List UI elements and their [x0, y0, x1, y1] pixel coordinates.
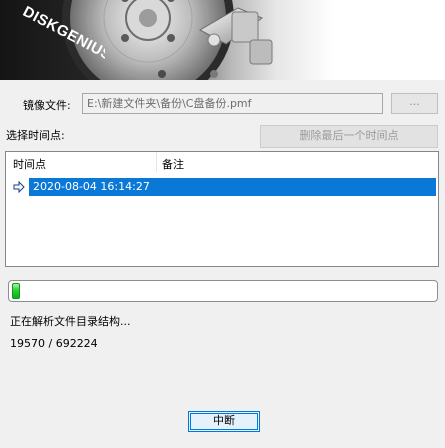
- app-logo: DISKGENIUS: [20, 3, 105, 64]
- list-header: 时间点 备注: [6, 152, 438, 173]
- list-item-time[interactable]: 2020-08-04 16:14:27: [29, 178, 436, 196]
- right-arrow-icon: [13, 181, 25, 193]
- column-divider[interactable]: [156, 152, 157, 172]
- image-file-path-field[interactable]: E:\新建文件夹\备份\C盘备份.pmf: [82, 93, 383, 114]
- status-text: 正在解析文件目录结构...: [10, 315, 131, 328]
- timepoint-list[interactable]: 时间点 备注 2020-08-04 16:14:27: [5, 151, 439, 267]
- column-header-note[interactable]: 备注: [162, 156, 184, 172]
- header-banner: DISKGENIUS: [0, 0, 445, 80]
- svg-text:DISKGENIUS: DISKGENIUS: [20, 3, 105, 64]
- progress-bar-fill: [12, 283, 20, 299]
- progress-count: 19570 / 692224: [10, 337, 98, 350]
- progress-bar: [8, 280, 438, 302]
- select-timepoint-label: 选择时间点:: [6, 129, 65, 142]
- list-item[interactable]: 2020-08-04 16:14:27: [10, 178, 436, 196]
- delete-last-timepoint-button[interactable]: 删除最后一个时间点: [260, 125, 438, 148]
- image-file-label: 镜像文件:: [23, 99, 71, 112]
- abort-button[interactable]: 中断: [188, 411, 260, 432]
- column-header-time[interactable]: 时间点: [13, 156, 46, 172]
- browse-button[interactable]: ...: [391, 93, 438, 114]
